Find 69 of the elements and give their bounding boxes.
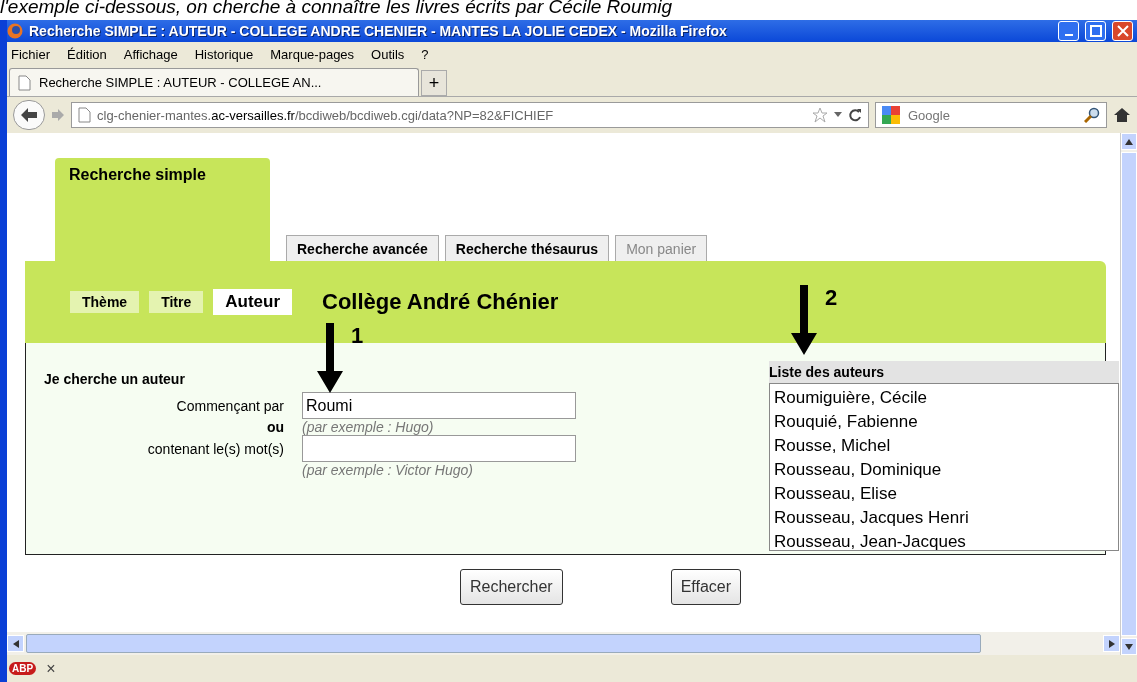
- or-label: ou: [265, 419, 284, 435]
- field-label: contenant le(s) mot(s): [146, 440, 284, 457]
- scroll-right-icon[interactable]: [1108, 639, 1115, 648]
- list-item[interactable]: Rousseau, Elise: [774, 482, 1114, 506]
- menu-item[interactable]: Historique: [194, 46, 254, 62]
- list-item[interactable]: Roumiguière, Cécile: [774, 386, 1114, 410]
- list-title: Liste des auteurs: [769, 361, 1119, 383]
- down-arrow-icon: [317, 323, 343, 393]
- window-title: Recherche SIMPLE : AUTEUR - COLLEGE ANDRE CHENIER - MANTES LA JOLIE CEDEX - Mozilla Firefox: [29, 23, 728, 39]
- down-arrow-icon: [791, 285, 817, 355]
- maximize-button[interactable]: [1085, 21, 1106, 41]
- dropdown-icon[interactable]: [834, 112, 842, 118]
- horizontal-scrollbar[interactable]: [7, 632, 1120, 655]
- site-tab[interactable]: Recherche simple: [55, 158, 270, 261]
- input-field[interactable]: [302, 435, 576, 462]
- search-engine-icon: [882, 106, 900, 124]
- menu-item[interactable]: Édition: [67, 46, 107, 62]
- hint-text: (par exemple : Hugo): [302, 419, 435, 435]
- scroll-up-icon[interactable]: [1125, 138, 1133, 145]
- scroll-down-icon[interactable]: [1125, 643, 1133, 650]
- form-button[interactable]: Rechercher: [459, 569, 563, 605]
- minimize-button[interactable]: [1058, 21, 1079, 41]
- menu-item[interactable]: ?: [421, 46, 429, 62]
- search-icon[interactable]: [1084, 107, 1100, 123]
- list-item[interactable]: Rousse, Michel: [774, 434, 1114, 458]
- list-item[interactable]: Rousseau, Jean-Jacques: [774, 530, 1114, 550]
- search-type-tab[interactable]: Thème: [70, 291, 140, 313]
- adblock-icon[interactable]: ABP: [9, 662, 37, 675]
- annotation-number: 2: [825, 285, 838, 311]
- close-button[interactable]: [1112, 21, 1133, 41]
- new-tab-button[interactable]: +: [421, 70, 447, 96]
- form-button[interactable]: Effacer: [670, 569, 742, 605]
- menu-item[interactable]: Fichier: [11, 46, 50, 62]
- menu-item[interactable]: Outils: [371, 46, 405, 62]
- browser-logo-icon: [7, 23, 23, 39]
- url-text: clg-chenier-mantes.ac-versailles.fr/bcdiweb/bcdiweb.cgi/data?NP=82&FICHIEF: [97, 107, 555, 123]
- scroll-left-icon[interactable]: [12, 639, 19, 648]
- close-icon[interactable]: ×: [46, 659, 56, 678]
- search-field[interactable]: Google: [875, 102, 1107, 128]
- site-tab[interactable]: Recherche avancée: [286, 235, 439, 261]
- hint-text: (par exemple : Victor Hugo): [302, 462, 474, 478]
- home-icon[interactable]: [1113, 107, 1131, 123]
- page-icon: [18, 74, 31, 91]
- close-icon: [1116, 25, 1129, 37]
- page-icon: [78, 107, 91, 123]
- star-icon[interactable]: [812, 107, 828, 123]
- browser-tab[interactable]: Recherche SIMPLE : AUTEUR - COLLEGE AN...: [9, 68, 419, 96]
- vertical-scrollbar[interactable]: [1120, 133, 1137, 655]
- tab-title: Recherche SIMPLE : AUTEUR - COLLEGE AN...: [39, 75, 322, 90]
- menu-item[interactable]: Affichage: [123, 46, 178, 62]
- annotation-number: 1: [351, 323, 364, 349]
- list-item[interactable]: Rousseau, Dominique: [774, 458, 1114, 482]
- menu-item[interactable]: Marque-pages: [270, 46, 355, 62]
- field-label: Commençant par: [175, 397, 284, 414]
- search-type-tab[interactable]: Titre: [149, 291, 204, 313]
- back-arrow-icon: [20, 107, 38, 123]
- minimize-icon: [1064, 34, 1073, 36]
- back-button[interactable]: [13, 100, 45, 130]
- list-item[interactable]: Rousseau, Jacques Henri: [774, 506, 1114, 530]
- search-type-tab[interactable]: Auteur: [213, 289, 292, 315]
- maximize-icon: [1089, 25, 1102, 37]
- author-listbox[interactable]: Roumiguière, Cécile Rouquié, Fabienne Rousse, Michel Rousseau, Dominique Rousseau, Elise Rousseau, Jacques Henri Rousseau, Jean-Jacques: [769, 383, 1119, 551]
- site-tab[interactable]: Recherche thésaurus: [444, 235, 610, 261]
- list-item[interactable]: Rouquié, Fabienne: [774, 410, 1114, 434]
- address-bar[interactable]: clg-chenier-mantes.ac-versailles.fr/bcdiweb/bcdiweb.cgi/data?NP=82&FICHIEF: [71, 102, 869, 128]
- reload-icon[interactable]: [848, 108, 862, 122]
- input-field[interactable]: Roumi: [302, 392, 576, 419]
- form-heading: Je cherche un auteur: [44, 371, 186, 387]
- site-title: Collège André Chénier: [322, 289, 559, 315]
